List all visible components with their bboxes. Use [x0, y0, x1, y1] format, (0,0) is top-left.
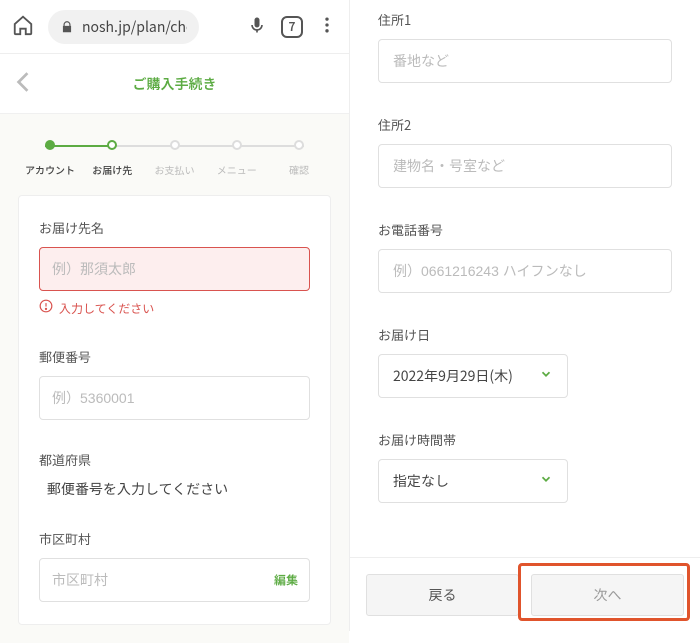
step-confirm: 確認	[273, 140, 325, 177]
delivery-date-value: 2022年9月29日(木)	[393, 366, 513, 386]
mic-icon[interactable]	[247, 15, 267, 39]
prefecture-hint: 郵便番号を入力してください	[39, 479, 310, 499]
chevron-down-icon	[539, 366, 553, 386]
delivery-time-value: 指定なし	[393, 471, 449, 491]
phone-label: お電話番号	[378, 220, 672, 239]
prefecture-label: 都道府県	[39, 450, 310, 469]
city-label: 市区町村	[39, 529, 310, 548]
phone-input[interactable]	[378, 249, 672, 293]
next-button[interactable]: 次へ	[531, 574, 684, 616]
footer-bar: 戻る 次へ	[350, 557, 700, 631]
next-button-label: 次へ	[594, 585, 622, 605]
step-label: 確認	[289, 162, 309, 177]
recipient-name-error: 入力してください	[39, 299, 310, 317]
step-delivery: お届け先	[86, 140, 138, 177]
step-label: お届け先	[92, 162, 132, 177]
title-row: ご購入手続き	[0, 54, 349, 114]
address1-label: 住所1	[378, 10, 672, 29]
back-button[interactable]: 戻る	[366, 574, 519, 616]
delivery-form-card: お届け先名 入力してください 郵便番号 都道府県 郵便番号を入力してく	[18, 195, 331, 625]
url-bar[interactable]: nosh.jp/plan/che	[48, 10, 199, 44]
delivery-date-label: お届け日	[378, 325, 672, 344]
overflow-menu-icon[interactable]	[317, 15, 337, 39]
browser-chrome: nosh.jp/plan/che 7	[0, 0, 349, 54]
delivery-time-select[interactable]: 指定なし	[378, 459, 568, 503]
chevron-down-icon	[539, 471, 553, 491]
back-button-label: 戻る	[429, 585, 457, 605]
checkout-stepper: アカウント お届け先 お支払い メニュー 確認	[0, 114, 349, 195]
alert-icon	[39, 299, 53, 317]
step-label: お支払い	[155, 162, 195, 177]
postal-input[interactable]	[39, 376, 310, 420]
address2-label: 住所2	[378, 115, 672, 134]
tabs-count[interactable]: 7	[281, 16, 303, 38]
recipient-name-input[interactable]	[39, 247, 310, 291]
error-text: 入力してください	[59, 300, 154, 317]
home-icon[interactable]	[12, 14, 34, 40]
step-label: メニュー	[217, 162, 257, 177]
url-text: nosh.jp/plan/che	[82, 17, 187, 37]
city-input[interactable]	[39, 558, 310, 602]
step-menu: メニュー	[211, 140, 263, 177]
postal-label: 郵便番号	[39, 347, 310, 366]
city-edit-link[interactable]: 編集	[274, 572, 298, 589]
tabs-count-value: 7	[289, 18, 296, 35]
step-account: アカウント	[24, 140, 76, 177]
delivery-date-select[interactable]: 2022年9月29日(木)	[378, 354, 568, 398]
lock-icon	[60, 20, 74, 34]
step-payment: お支払い	[149, 140, 201, 177]
page-title: ご購入手続き	[133, 74, 217, 94]
address2-input[interactable]	[378, 144, 672, 188]
delivery-time-label: お届け時間帯	[378, 430, 672, 449]
back-icon[interactable]	[16, 71, 30, 97]
recipient-name-label: お届け先名	[39, 218, 310, 237]
step-label: アカウント	[25, 162, 75, 177]
address1-input[interactable]	[378, 39, 672, 83]
